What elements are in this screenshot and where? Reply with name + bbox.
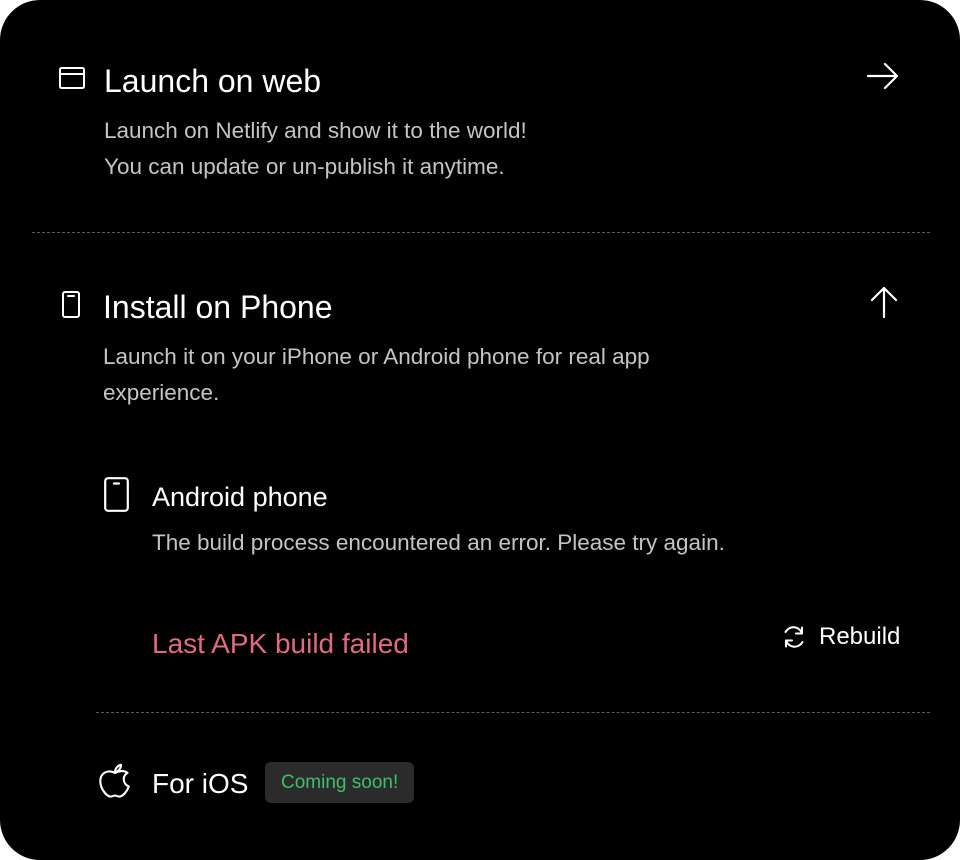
install-phone-description-line1: Launch it on your iPhone or Android phon… [103,344,650,369]
build-failed-status: Last APK build failed [152,628,409,659]
rebuild-button[interactable]: Rebuild [781,620,900,654]
coming-soon-badge: Coming soon! [265,762,415,803]
ios-title: For iOS [152,768,249,799]
launch-web-description-line2: You can update or un-publish it anytime. [104,154,505,179]
rebuild-label: Rebuild [819,623,901,650]
refresh-icon [781,624,807,650]
android-phone-title: Android phone [152,482,328,512]
launch-web-title: Launch on web [104,63,322,99]
browser-window-icon [59,67,85,89]
android-phone-icon [104,477,129,512]
apple-icon [98,763,132,799]
publish-panel: Launch on web Launch on Netlify and show… [0,0,960,860]
launch-web-description-line1: Launch on Netlify and show it to the wor… [104,118,527,143]
arrow-up-icon[interactable] [869,285,899,319]
phone-icon [62,291,80,318]
subsection-divider [96,712,930,713]
android-build-error-message: The build process encountered an error. … [152,530,725,555]
arrow-right-icon[interactable] [866,61,900,91]
install-phone-title: Install on Phone [103,289,333,325]
install-phone-description-line2: experience. [103,380,220,405]
section-divider [32,232,930,233]
